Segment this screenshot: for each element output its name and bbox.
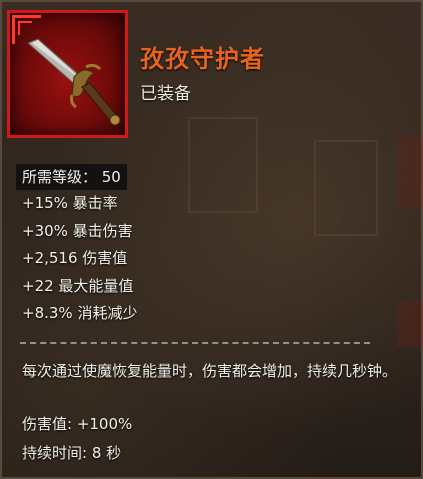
stat-line: +22 最大能量值 bbox=[22, 276, 134, 295]
background-panel bbox=[314, 140, 378, 236]
stat-line: +30% 暴击伤害 bbox=[22, 221, 133, 240]
divider bbox=[20, 342, 370, 344]
background-decoration bbox=[397, 302, 423, 347]
stats-list: +15% 暴击率 +30% 暴击伤害 +2,516 伤害值 +22 最大能量值 … bbox=[22, 192, 137, 330]
item-name: 孜孜守护者 bbox=[140, 45, 265, 73]
frame-corner-ornament bbox=[18, 21, 32, 35]
effect-damage: 伤害值: +100% bbox=[22, 415, 133, 433]
stat-line: +2,516 伤害值 bbox=[22, 249, 128, 267]
equipped-status: 已装备 bbox=[140, 84, 191, 104]
stat-line: +8.3% 消耗减少 bbox=[22, 304, 138, 322]
level-requirement: 所需等级： 50 bbox=[16, 164, 127, 190]
background-panel bbox=[188, 117, 258, 213]
effect-duration: 持续时间: 8 秒 bbox=[22, 444, 122, 462]
stat-line: +15% 暴击率 bbox=[22, 194, 118, 212]
dagger-icon bbox=[27, 38, 121, 126]
background-decoration bbox=[397, 137, 423, 207]
item-icon-frame bbox=[7, 10, 128, 138]
item-tooltip: 孜孜守护者 已装备 所需等级： 50 +15% 暴击率 +30% 暴击伤害 +2… bbox=[0, 0, 423, 479]
effect-description: 每次通过使魔恢复能量时，伤害都会增加，持续几秒钟。 bbox=[22, 362, 398, 380]
